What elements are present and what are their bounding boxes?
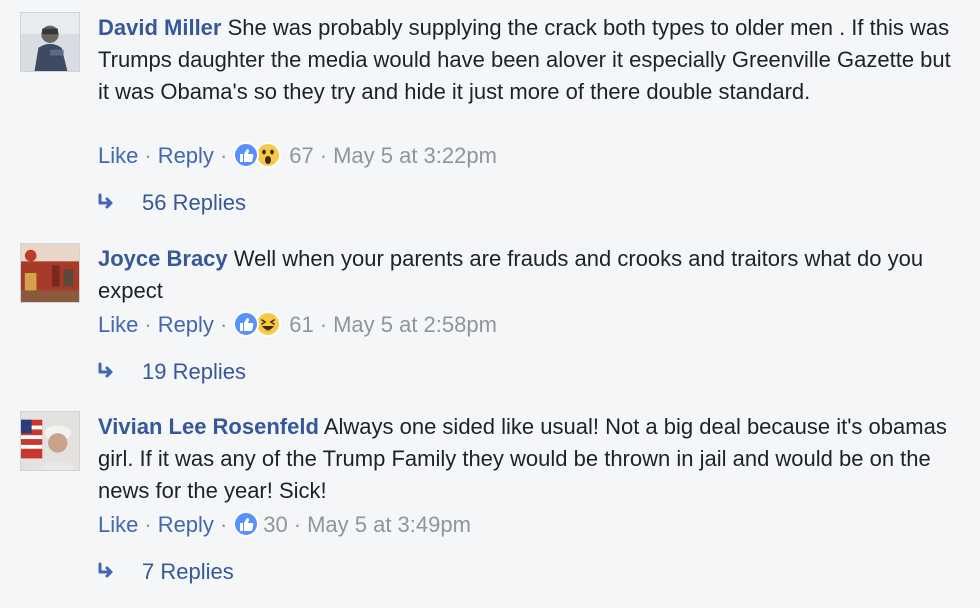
comment-body: David Miller She was probably supplying … xyxy=(98,12,958,108)
reply-arrow-icon xyxy=(96,362,120,382)
reaction-count[interactable]: 30 xyxy=(263,512,287,537)
separator: · xyxy=(144,512,152,537)
timestamp[interactable]: May 5 at 3:22pm xyxy=(333,143,497,168)
comment-author[interactable]: David Miller xyxy=(98,15,221,40)
avatar[interactable] xyxy=(20,411,80,471)
like-link[interactable]: Like xyxy=(98,512,138,537)
like-icon xyxy=(233,511,260,537)
reaction-count[interactable]: 61 xyxy=(289,312,313,337)
replies-label: 19 Replies xyxy=(142,359,246,384)
reactions[interactable] xyxy=(233,142,285,168)
reactions[interactable] xyxy=(233,511,260,537)
reply-link[interactable]: Reply xyxy=(158,143,214,168)
reply-arrow-icon xyxy=(96,562,120,582)
view-replies-link[interactable]: 19 Replies xyxy=(96,356,246,388)
like-link[interactable]: Like xyxy=(98,312,138,337)
separator: · xyxy=(219,512,228,537)
replies-label: 56 Replies xyxy=(142,190,246,215)
comment-text: She was probably supplying the crack bot… xyxy=(98,15,951,104)
separator: · xyxy=(219,143,228,168)
comment-actions: Like · Reply · 30 · May 5 at 3:49pm xyxy=(98,509,471,541)
replies-label: 7 Replies xyxy=(142,559,234,584)
separator: · xyxy=(293,512,302,537)
comment-author[interactable]: Joyce Bracy xyxy=(98,246,228,271)
reply-arrow-icon xyxy=(96,193,120,213)
avatar[interactable] xyxy=(20,12,80,72)
reactions[interactable] xyxy=(233,311,285,337)
avatar[interactable] xyxy=(20,243,80,303)
view-replies-link[interactable]: 7 Replies xyxy=(96,556,234,588)
separator: · xyxy=(319,312,328,337)
comment-body: Vivian Lee Rosenfeld Always one sided li… xyxy=(98,411,958,507)
separator: · xyxy=(319,143,328,168)
reply-link[interactable]: Reply xyxy=(158,312,214,337)
separator: · xyxy=(144,312,152,337)
view-replies-link[interactable]: 56 Replies xyxy=(96,187,246,219)
timestamp[interactable]: May 5 at 3:49pm xyxy=(307,512,471,537)
reply-link[interactable]: Reply xyxy=(158,512,214,537)
separator: · xyxy=(144,143,152,168)
like-icon xyxy=(233,142,260,168)
like-icon xyxy=(233,311,260,337)
separator: · xyxy=(219,312,228,337)
reaction-count[interactable]: 67 xyxy=(289,143,313,168)
comment-body: Joyce Bracy Well when your parents are f… xyxy=(98,243,958,307)
comment-actions: Like · Reply · 67 · May 5 at 3:22pm xyxy=(98,140,497,172)
timestamp[interactable]: May 5 at 2:58pm xyxy=(333,312,497,337)
comment-author[interactable]: Vivian Lee Rosenfeld xyxy=(98,414,319,439)
comment-actions: Like · Reply · 61 · May 5 at 2:58pm xyxy=(98,309,497,341)
like-link[interactable]: Like xyxy=(98,143,138,168)
